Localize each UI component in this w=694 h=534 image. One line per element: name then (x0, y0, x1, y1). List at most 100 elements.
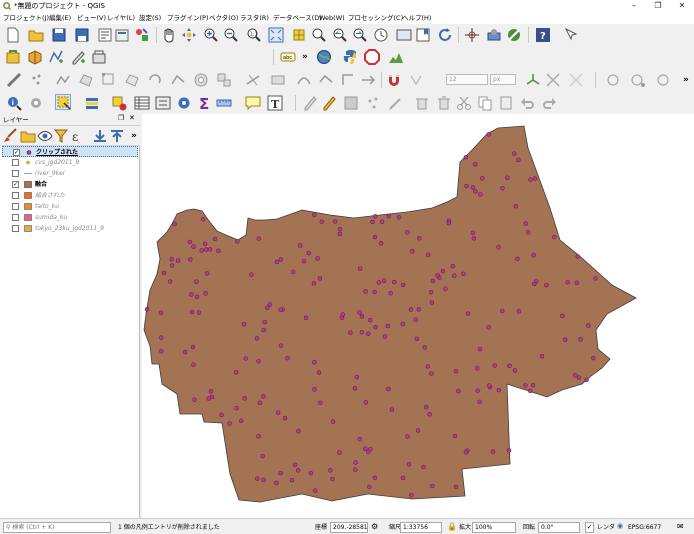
new-spatialite-icon[interactable] (70, 49, 86, 65)
field-calculator-icon[interactable] (155, 95, 171, 111)
layer-visibility-checkbox[interactable]: ✓ (13, 149, 20, 156)
new-shapefile-icon[interactable] (48, 49, 64, 65)
data-source-manager-icon[interactable] (5, 49, 21, 65)
plugin-tool-icon[interactable] (506, 27, 522, 43)
new-map-view-icon[interactable] (396, 27, 412, 43)
visibility-eye-icon[interactable] (37, 128, 53, 144)
layer-row[interactable]: tokyo_23ku_jgd2011_9 (2, 223, 138, 234)
snapping-tolerance-field[interactable]: 12 (446, 74, 488, 85)
close-button[interactable]: ✕ (670, 0, 694, 12)
save-as-icon[interactable] (74, 27, 90, 43)
style-manager-icon[interactable] (134, 27, 150, 43)
toolbar-overflow-2-icon[interactable]: » (683, 72, 689, 88)
zoom-in-icon[interactable] (203, 27, 219, 43)
temporal-controller-icon[interactable] (373, 27, 389, 43)
snapping-magnet-icon[interactable] (386, 72, 402, 88)
elevation-profile-icon[interactable] (388, 49, 404, 65)
add-group-icon[interactable] (20, 128, 36, 144)
layer-row[interactable]: cvs_jgd2011_9 (2, 157, 138, 168)
layer-visibility-checkbox[interactable] (12, 159, 19, 166)
menu-database[interactable]: データベース(D) (273, 13, 322, 23)
filter-legend-icon[interactable] (53, 128, 69, 144)
menu-layer[interactable]: レイヤ(L) (107, 13, 135, 23)
statistical-summary-icon[interactable]: Σ (197, 95, 213, 111)
zoom-to-layer-icon[interactable] (311, 27, 327, 43)
toolbar-overflow-chevron-icon[interactable]: » (302, 49, 308, 65)
measure-tool-icon[interactable] (216, 95, 232, 111)
maximize-button[interactable]: ❐ (646, 0, 670, 12)
menu-edit[interactable]: 編集(E) (49, 13, 71, 23)
menu-vector[interactable]: ベクタ(O) (209, 13, 238, 23)
menu-web[interactable]: Web(W) (319, 13, 345, 23)
layer-visibility-checkbox[interactable]: ✓ (12, 181, 19, 188)
map-canvas[interactable] (142, 114, 694, 518)
bookmark-icon[interactable] (415, 27, 431, 43)
expand-all-icon[interactable] (92, 128, 108, 144)
layer-row[interactable]: sumida_ku (2, 212, 138, 223)
select-features-icon[interactable] (55, 94, 71, 110)
identify-features-icon[interactable]: i (6, 95, 22, 111)
menu-settings[interactable]: 設定(S) (139, 13, 161, 23)
zoom-to-selection-icon[interactable] (291, 27, 307, 43)
filter-expression-icon[interactable]: ε (70, 128, 86, 144)
minimize-button[interactable]: – (622, 0, 646, 12)
print-layout-icon[interactable] (97, 27, 113, 43)
zoom-native-icon[interactable]: 1:1 (246, 27, 262, 43)
layer-visibility-checkbox[interactable] (12, 214, 19, 221)
processing-settings-gear-icon[interactable] (176, 95, 192, 111)
render-checkbox[interactable]: ✓ (585, 522, 594, 533)
python-console-icon[interactable] (342, 49, 358, 65)
menu-help[interactable]: ヘルプ(H) (402, 13, 431, 23)
layer-row[interactable]: ✓ 融合 (2, 179, 138, 190)
action-settings-icon[interactable] (28, 95, 44, 111)
menu-raster[interactable]: ラスタ(R) (240, 13, 269, 23)
coordinate-field[interactable]: 209,-28581 (330, 522, 368, 533)
text-annotation-icon[interactable]: T (267, 95, 283, 111)
coordinate-capture-icon[interactable] (486, 27, 502, 43)
layer-visibility-checkbox[interactable] (12, 225, 19, 232)
zoom-out-icon[interactable] (223, 27, 239, 43)
magnifier-spinbox[interactable]: 100% (472, 522, 516, 533)
menu-project[interactable]: プロジェクト(J) (3, 13, 49, 23)
panel-overflow-icon[interactable]: » (131, 128, 137, 144)
collapse-all-icon[interactable] (109, 128, 125, 144)
layer-row[interactable]: 結合された (2, 190, 138, 201)
save-project-icon[interactable] (51, 27, 67, 43)
globe-plugin-icon[interactable] (316, 49, 332, 65)
layer-styling-brush-icon[interactable] (2, 128, 18, 144)
zoom-full-icon[interactable] (268, 27, 284, 43)
snapping-unit-select[interactable]: px (490, 74, 516, 85)
menu-view[interactable]: ビュー(V) (77, 13, 106, 23)
measure-icon[interactable] (6, 72, 22, 88)
crs-globe-icon[interactable]: ◉ (617, 522, 623, 531)
help-icon[interactable]: ? (535, 27, 551, 43)
layer-visibility-checkbox[interactable] (12, 192, 19, 199)
panel-close-icon[interactable]: ✕ (129, 114, 135, 122)
new-temporary-layer-icon[interactable] (91, 49, 107, 65)
menu-plugins[interactable]: プラグイン(P) (167, 13, 209, 23)
zoom-next-icon[interactable] (352, 27, 368, 43)
extents-icon[interactable]: ⚙ (371, 522, 378, 531)
new-project-icon[interactable] (5, 27, 21, 43)
crs-label[interactable]: EPSG:6677 (628, 523, 661, 532)
menu-processing[interactable]: プロセッシング(C) (348, 13, 403, 23)
open-project-icon[interactable] (28, 27, 44, 43)
whats-this-icon[interactable] (563, 27, 579, 43)
lock-scale-icon[interactable]: 🔒 (447, 522, 457, 531)
processing-toolbox-icon[interactable] (364, 49, 380, 65)
layer-row[interactable]: ✓ クリップされた (2, 146, 138, 157)
zoom-last-icon[interactable] (332, 27, 348, 43)
toggle-editing-pencil-icon[interactable] (321, 95, 337, 111)
locator-search-input[interactable]: ⚲ 検索 (Ctrl + K) (3, 522, 111, 533)
messages-icon[interactable]: ✉ (677, 522, 684, 531)
layer-visibility-checkbox[interactable] (12, 203, 19, 210)
select-by-value-icon[interactable] (84, 95, 100, 111)
layer-row[interactable]: river_9kei (2, 168, 138, 179)
refresh-icon[interactable] (437, 27, 453, 43)
layer-visibility-checkbox[interactable] (12, 170, 19, 177)
layout-manager-icon[interactable] (114, 27, 130, 43)
pan-to-selection-icon[interactable] (181, 27, 197, 43)
map-tips-icon[interactable] (245, 95, 261, 111)
gps-crosshair-icon[interactable] (464, 27, 480, 43)
pan-hand-icon[interactable] (161, 27, 177, 43)
